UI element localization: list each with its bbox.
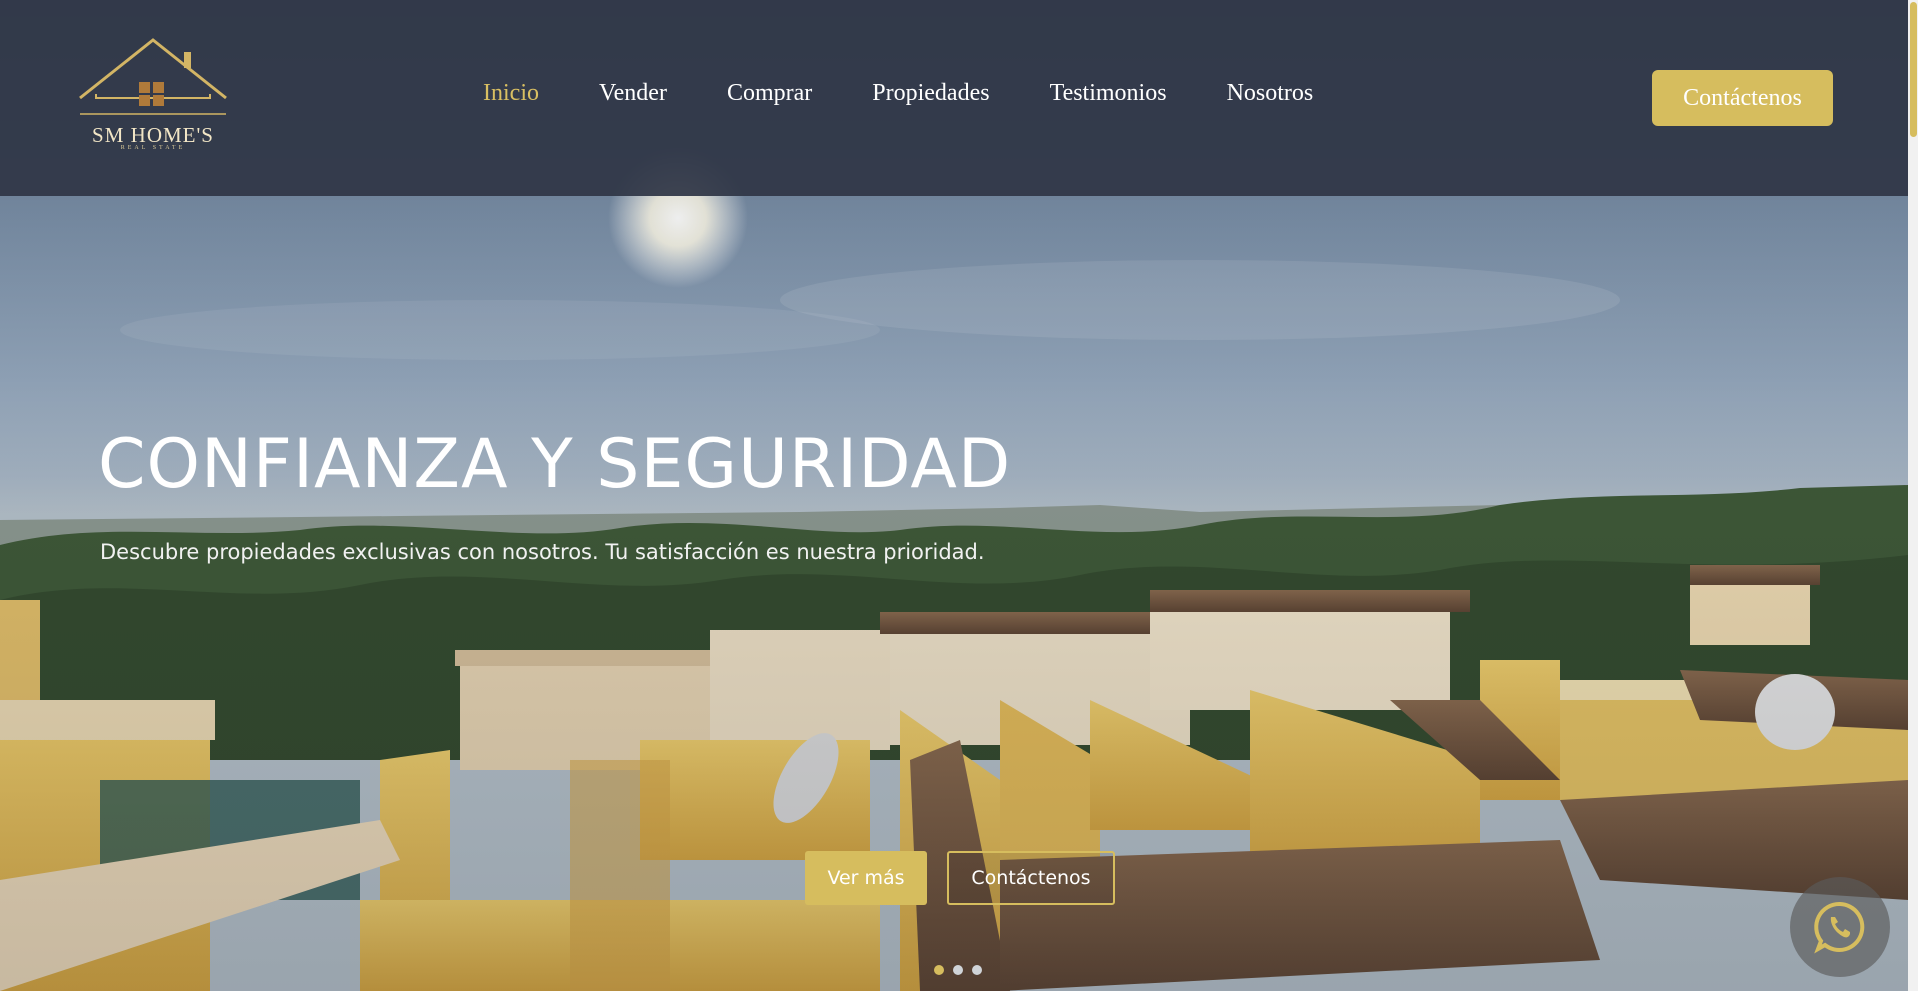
carousel-dot-1[interactable] xyxy=(934,965,944,975)
carousel-dot-3[interactable] xyxy=(972,965,982,975)
scrollbar-thumb[interactable] xyxy=(1910,2,1917,137)
hero-contact-button[interactable]: Contáctenos xyxy=(947,851,1115,905)
page-scrollbar[interactable] xyxy=(1908,0,1918,991)
whatsapp-button[interactable] xyxy=(1790,877,1890,977)
main-nav: Inicio Vender Comprar Propiedades Testim… xyxy=(483,80,1373,107)
house-logo-icon xyxy=(79,38,227,115)
see-more-button[interactable]: Ver más xyxy=(805,851,927,905)
nav-item-nosotros[interactable]: Nosotros xyxy=(1227,80,1314,107)
hero-subtitle: Descubre propiedades exclusivas con noso… xyxy=(100,540,985,564)
nav-item-testimonios[interactable]: Testimonios xyxy=(1050,80,1167,107)
nav-item-comprar[interactable]: Comprar xyxy=(727,80,812,107)
hero-title: CONFIANZA Y SEGURIDAD xyxy=(98,425,1012,504)
whatsapp-icon xyxy=(1814,901,1865,954)
site-header: SM HOME'S REAL STATE Inicio Vender Compr… xyxy=(0,0,1908,196)
nav-item-propiedades[interactable]: Propiedades xyxy=(872,80,989,107)
carousel-dot-2[interactable] xyxy=(953,965,963,975)
brand-logo[interactable]: SM HOME'S REAL STATE xyxy=(76,36,230,158)
carousel-indicators xyxy=(934,965,982,975)
contact-button[interactable]: Contáctenos xyxy=(1652,70,1833,126)
nav-item-inicio[interactable]: Inicio xyxy=(483,80,539,107)
nav-item-vender[interactable]: Vender xyxy=(599,80,667,107)
brand-tagline: REAL STATE xyxy=(120,145,186,151)
